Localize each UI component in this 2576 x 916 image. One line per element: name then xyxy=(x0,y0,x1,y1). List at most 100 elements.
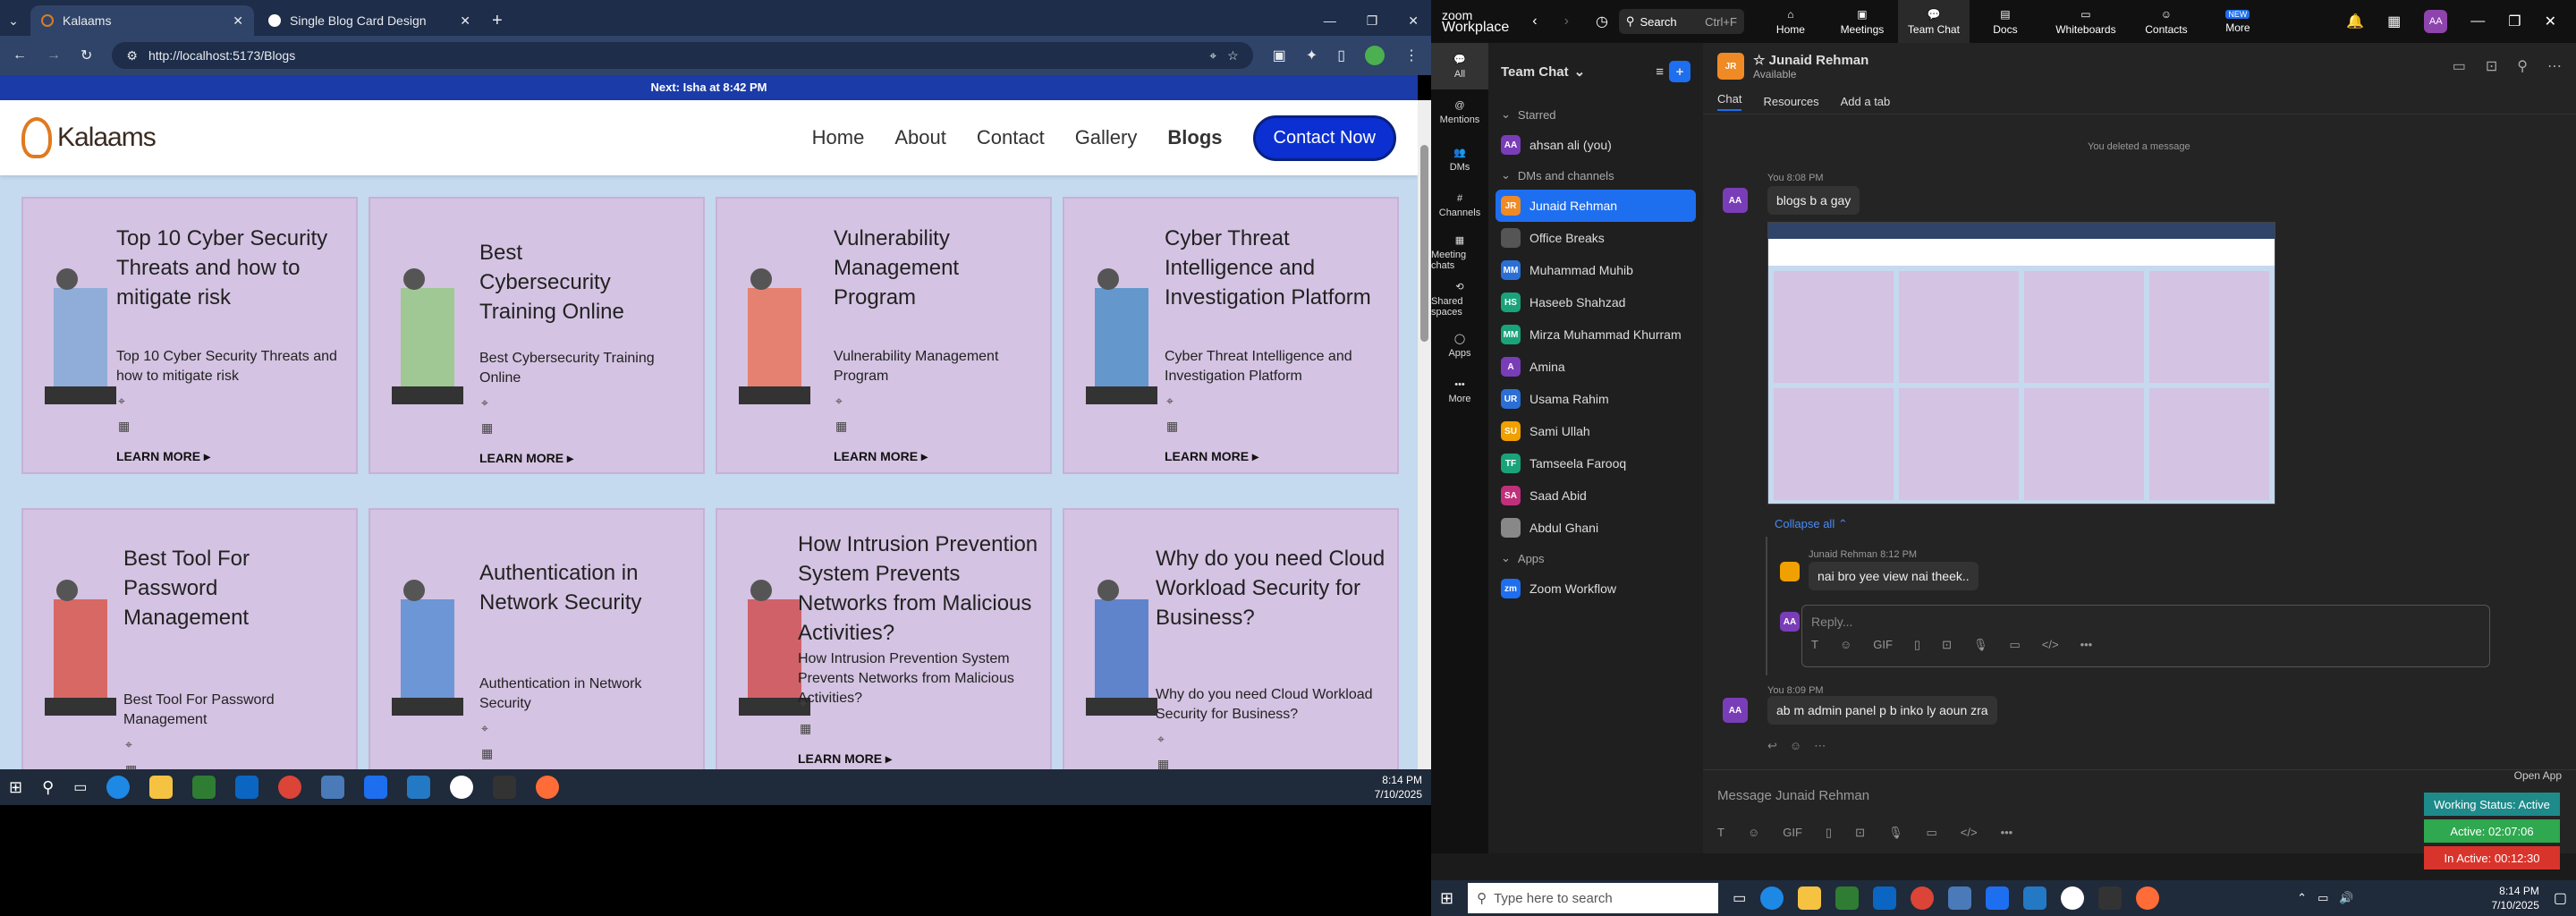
blog-title[interactable]: Vulnerability Management Program xyxy=(834,224,1013,312)
history-icon[interactable]: ◷ xyxy=(1596,13,1608,30)
gif-icon[interactable]: GIF xyxy=(1873,638,1893,652)
forward-icon[interactable]: › xyxy=(1564,13,1569,30)
taskbar-search[interactable]: ⚲ Type here to search xyxy=(1468,883,1719,913)
filter-icon[interactable]: ≡ xyxy=(1656,64,1664,80)
rail-mentions[interactable]: @ Mentions xyxy=(1431,89,1488,136)
extensions-puzzle-icon[interactable]: ✦ xyxy=(1306,47,1318,64)
format-icon[interactable]: T xyxy=(1811,638,1818,652)
postman-icon[interactable] xyxy=(2136,886,2160,910)
star-icon[interactable]: ☆ xyxy=(1753,53,1765,68)
chat-list-item[interactable]: MM Mirza Muhammad Khurram xyxy=(1488,318,1703,351)
nav-meetings[interactable]: ▣ Meetings xyxy=(1826,8,1898,36)
chat-list-item[interactable]: AA ahsan ali (you) xyxy=(1488,129,1703,161)
blog-title[interactable]: Cyber Threat Intelligence and Investigat… xyxy=(1165,224,1388,312)
tab-search-icon[interactable]: ⌄ xyxy=(0,5,27,36)
bell-icon[interactable]: 🔔 xyxy=(2346,13,2364,30)
nav-home[interactable]: Home xyxy=(812,126,865,149)
search-icon[interactable]: ⚲ xyxy=(42,778,54,797)
minimize-icon[interactable]: — xyxy=(2470,13,2485,30)
store-icon[interactable] xyxy=(192,776,216,799)
chat-list-item[interactable]: SU Sami Ullah xyxy=(1488,415,1703,447)
chat-list-item[interactable]: Abdul Ghani xyxy=(1488,512,1703,544)
video-icon[interactable]: ▭ xyxy=(2009,638,2020,652)
task-view-icon[interactable]: ▭ xyxy=(1733,889,1746,907)
blog-card[interactable]: Best Cybersecurity Training Online Best … xyxy=(369,197,705,474)
new-chat-button[interactable]: + xyxy=(1669,61,1690,82)
vscode-icon[interactable] xyxy=(2023,886,2047,910)
file-explorer-icon[interactable] xyxy=(1798,886,1822,910)
rail-shared-spaces[interactable]: ⟲ Shared spaces xyxy=(1431,276,1488,322)
learn-more-link[interactable]: LEARN MORE ▸ xyxy=(834,449,928,464)
store-icon[interactable] xyxy=(1835,886,1860,910)
app-icon[interactable] xyxy=(321,776,345,799)
nav-docs[interactable]: ▤ Docs xyxy=(1970,8,2041,36)
close-window-icon[interactable]: ✕ xyxy=(1408,13,1419,29)
github-icon[interactable] xyxy=(450,776,474,799)
more-icon[interactable]: ⋯ xyxy=(1814,739,1826,753)
rail-more[interactable]: ••• More xyxy=(1431,369,1488,415)
clock[interactable]: 8:14 PM 7/10/2025 xyxy=(2491,884,2538,912)
composer-input[interactable]: Message Junaid Rehman xyxy=(1703,770,2419,821)
mic-icon[interactable]: 🎙 xyxy=(1888,826,1903,840)
rail-all[interactable]: 💬 All xyxy=(1431,43,1488,89)
reply-avatar[interactable] xyxy=(1780,562,1800,581)
outlook-icon[interactable] xyxy=(1873,886,1897,910)
nav-blogs[interactable]: Blogs xyxy=(1167,126,1222,149)
chat-list-item[interactable]: JR Junaid Rehman xyxy=(1496,190,1696,222)
screenshot-icon[interactable]: ⊡ xyxy=(1855,826,1865,840)
message-bubble[interactable]: ab m admin panel p b inko ly aoun zra xyxy=(1767,696,1997,725)
gif-icon[interactable]: GIF xyxy=(1783,826,1802,840)
scrollbar-thumb[interactable] xyxy=(1420,145,1428,342)
nav-contact[interactable]: Contact xyxy=(977,126,1045,149)
collapse-all-link[interactable]: Collapse all ⌃ xyxy=(1775,517,1848,531)
file-icon[interactable]: ▯ xyxy=(1914,638,1920,652)
zoom-search[interactable]: ⚲ Search Ctrl+F xyxy=(1618,9,1744,34)
maximize-icon[interactable]: ❐ xyxy=(2508,13,2521,30)
nav-team-chat[interactable]: 💬 Team Chat xyxy=(1897,0,1970,43)
code-icon[interactable]: </> xyxy=(1961,826,1978,840)
extension-icon[interactable]: ▣ xyxy=(1273,47,1286,64)
reply-input[interactable]: Reply... xyxy=(1802,606,2489,638)
reply-box[interactable]: Reply... T ☺ GIF ▯ ⊡ 🎙 ▭ </> ••• xyxy=(1801,605,2490,667)
site-info-icon[interactable]: ⚙ xyxy=(126,48,138,64)
react-emoji-icon[interactable]: ☺ xyxy=(1790,739,1801,753)
blog-title[interactable]: Top 10 Cyber Security Threats and how to… xyxy=(116,224,340,312)
screenshot-attachment[interactable] xyxy=(1767,222,2275,505)
video-icon[interactable]: ▭ xyxy=(2453,57,2466,75)
screenshot-icon[interactable]: ⊡ xyxy=(1942,638,1952,652)
close-icon[interactable]: ✕ xyxy=(460,13,470,29)
nav-more[interactable]: NEW More xyxy=(2202,9,2274,34)
task-view-icon[interactable]: ▭ xyxy=(73,778,87,796)
blog-card[interactable]: Why do you need Cloud Workload Security … xyxy=(1063,508,1399,769)
tab-resources[interactable]: Resources xyxy=(1763,95,1818,108)
app-icon[interactable] xyxy=(1948,886,1972,910)
reload-icon[interactable]: ↻ xyxy=(80,47,92,64)
more-icon[interactable]: ••• xyxy=(2001,826,2013,840)
browser-tab-blog-card[interactable]: Single Blog Card Design ✕ xyxy=(258,5,481,36)
nav-contacts[interactable]: ☺ Contacts xyxy=(2131,8,2202,36)
mic-icon[interactable]: 🎙 xyxy=(1973,638,1988,652)
nav-gallery[interactable]: Gallery xyxy=(1075,126,1138,149)
learn-more-link[interactable]: LEARN MORE ▸ xyxy=(1165,449,1258,464)
more-icon[interactable]: ••• xyxy=(2080,638,2093,652)
emoji-icon[interactable]: ☺ xyxy=(1748,826,1759,840)
chevron-down-icon[interactable]: ⌄ xyxy=(1574,64,1586,80)
new-tab-icon[interactable]: + xyxy=(481,5,513,36)
edge-icon[interactable] xyxy=(1760,886,1784,910)
chrome-icon[interactable] xyxy=(1911,886,1935,910)
file-icon[interactable]: ▯ xyxy=(1826,826,1832,840)
outlook-icon[interactable] xyxy=(235,776,259,799)
postman-icon[interactable] xyxy=(536,776,560,799)
maximize-icon[interactable]: ❐ xyxy=(1367,13,1378,29)
calendar-icon[interactable]: ▦ xyxy=(2387,13,2401,30)
chat-list-item[interactable]: HS Haseeb Shahzad xyxy=(1488,286,1703,318)
contact-now-button[interactable]: Contact Now xyxy=(1252,114,1396,161)
blog-card[interactable]: Vulnerability Management Program Vulnera… xyxy=(716,197,1052,474)
list-title[interactable]: Team Chat xyxy=(1501,64,1569,80)
learn-more-link[interactable]: LEARN MORE ▸ xyxy=(798,751,892,767)
menu-kebab-icon[interactable]: ⋮ xyxy=(1404,47,1419,64)
blog-title[interactable]: Best Cybersecurity Training Online xyxy=(479,238,658,327)
location-icon[interactable]: ⌖ xyxy=(1209,48,1216,64)
chat-list-item[interactable]: SA Saad Abid xyxy=(1488,479,1703,512)
chat-list-item[interactable]: MM Muhammad Muhib xyxy=(1488,254,1703,286)
